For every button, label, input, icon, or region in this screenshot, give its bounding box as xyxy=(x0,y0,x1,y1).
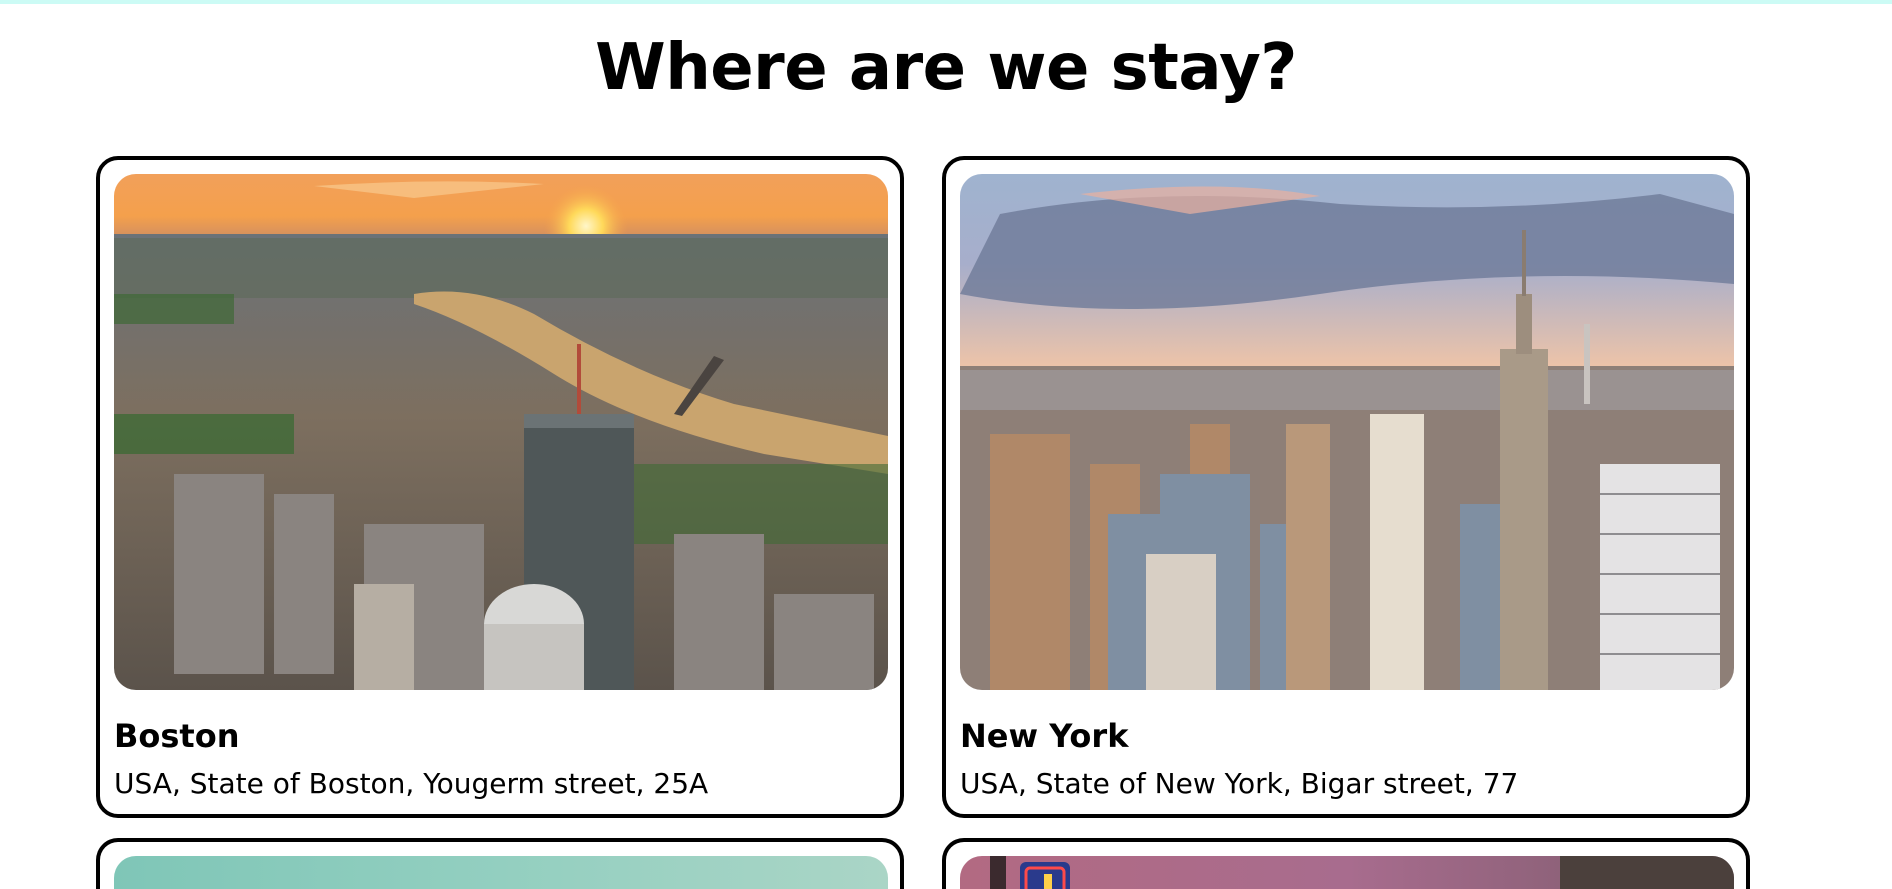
card-city: New York xyxy=(960,717,1129,755)
location-card-3[interactable] xyxy=(96,838,904,889)
page-title: Where are we stay? xyxy=(595,31,1297,105)
card-address: USA, State of Boston, Yougerm street, 25… xyxy=(114,767,709,800)
boston-photo xyxy=(114,174,888,690)
card-address: USA, State of New York, Bigar street, 77 xyxy=(960,767,1519,800)
location-card-4[interactable] xyxy=(942,838,1750,889)
neon-sign-dusk-photo xyxy=(960,856,1734,889)
teal-sky-photo xyxy=(114,856,888,889)
location-card-new-york[interactable]: New York USA, State of New York, Bigar s… xyxy=(942,156,1750,818)
card-city: Boston xyxy=(114,717,240,755)
location-card-boston[interactable]: Boston USA, State of Boston, Yougerm str… xyxy=(96,156,904,818)
new-york-photo xyxy=(960,174,1734,690)
top-accent-bar xyxy=(0,0,1892,4)
